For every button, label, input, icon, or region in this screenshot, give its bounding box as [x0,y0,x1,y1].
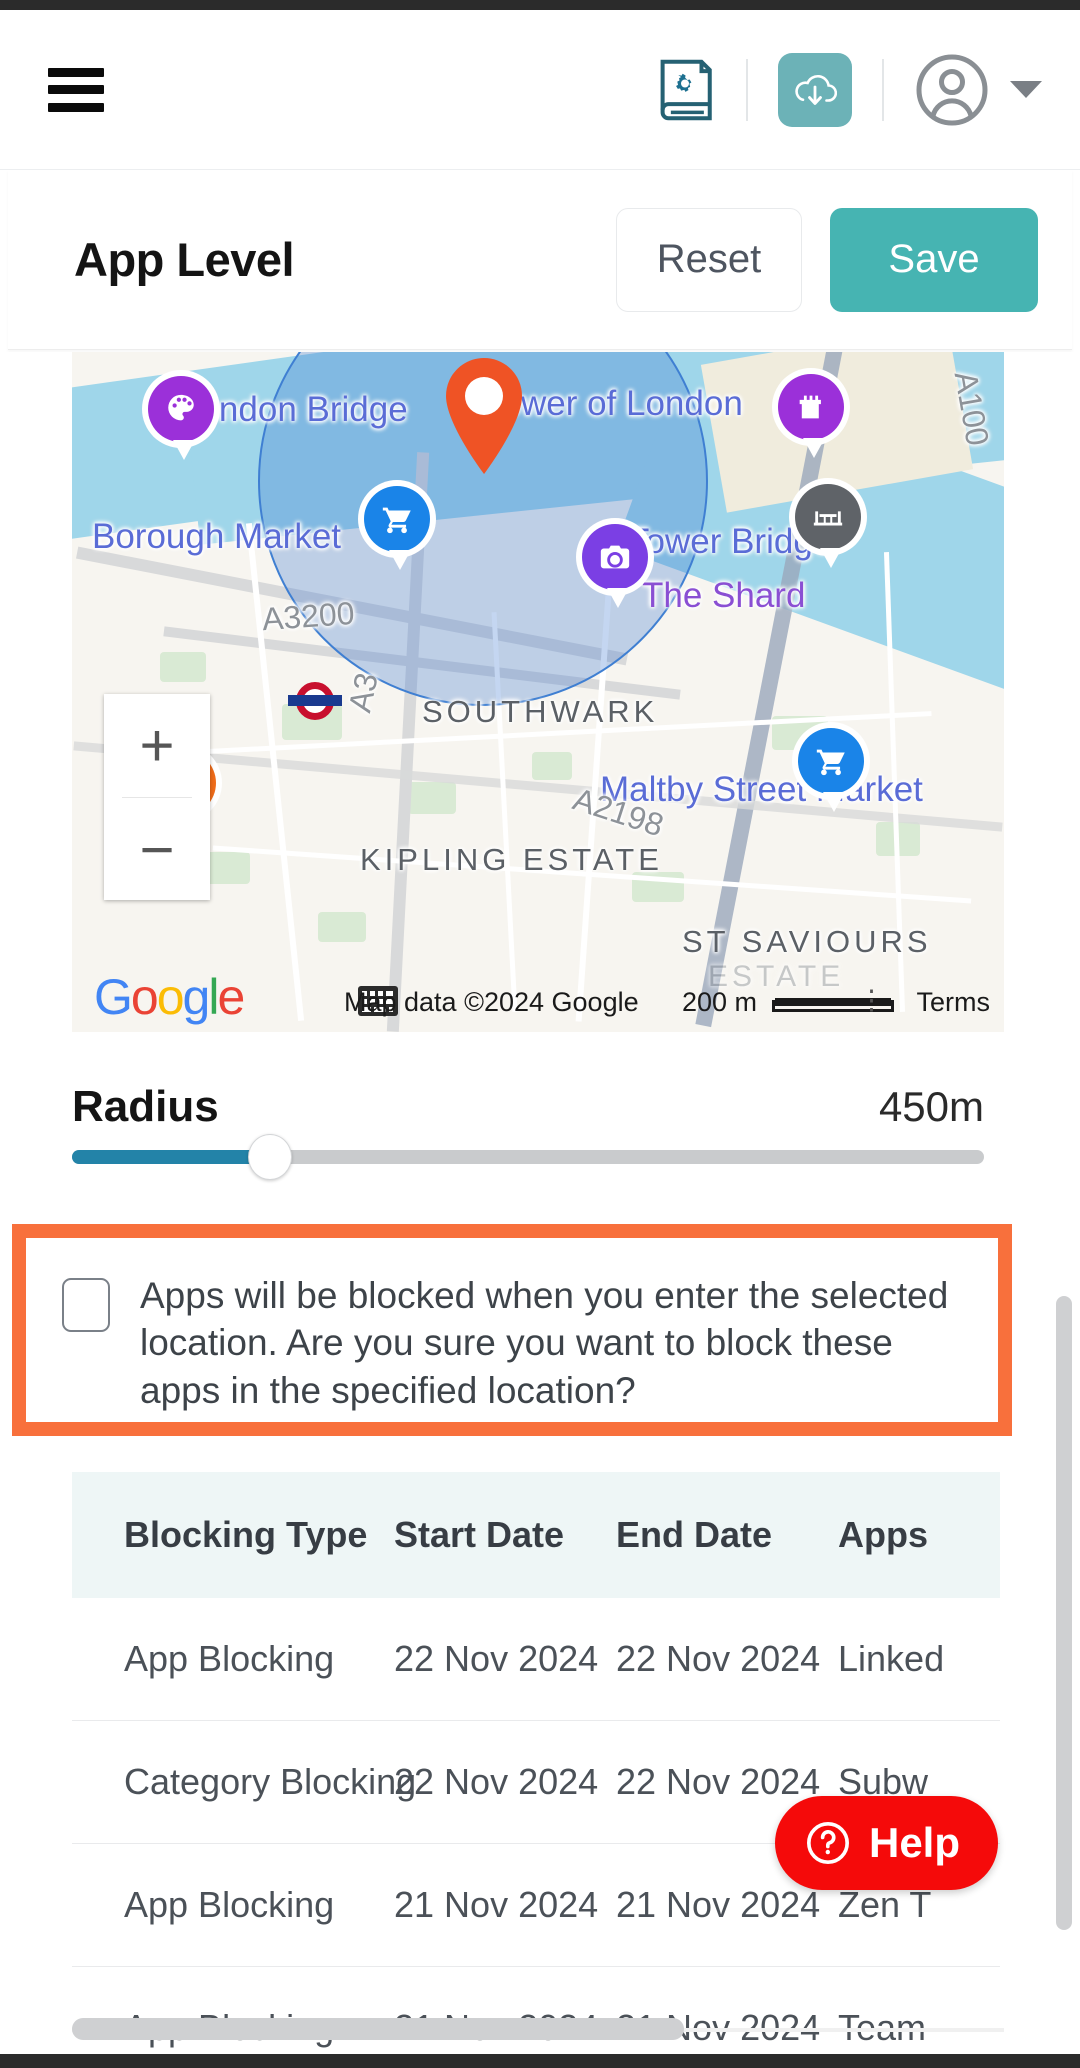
account-menu[interactable] [914,52,1042,128]
radius-slider[interactable] [72,1134,984,1180]
block-confirmation-banner: Apps will be blocked when you enter the … [12,1224,1012,1436]
column-header-apps[interactable]: Apps [838,1472,1000,1598]
cloud-download-icon[interactable] [778,52,852,127]
map-tube-bar [288,695,342,706]
page-header-bar: App Level Reset Save [8,170,1072,350]
book-settings-icon[interactable] [654,57,716,123]
map-poi-castle-icon[interactable] [778,374,850,460]
help-label: Help [868,1819,960,1866]
radius-section: Radius 450m [72,1082,984,1132]
map-scale-label: 200 m [682,987,758,1017]
map-poi-museum-icon[interactable] [148,376,220,462]
map-poi-viewpoint-icon[interactable] [582,524,654,610]
horizontal-scrollbar-thumb[interactable] [72,2018,684,2040]
radius-label: Radius [72,1082,219,1131]
map-terms-link[interactable]: Terms [917,987,991,1018]
map-data-attribution: Map data ©2024 Google [344,987,639,1017]
cell-blocking-type: App Blocking [72,1598,394,1721]
cell-blocking-type: Category Blocking [72,1720,416,1844]
column-header-blocking-type[interactable]: Blocking Type [72,1472,394,1598]
cell-blocking-type: App Blocking [72,1843,394,1967]
block-confirmation-inner: Apps will be blocked when you enter the … [26,1238,998,1422]
map-label: The Shard [642,576,806,615]
app-screen: App Level Reset Save London Bridge Tower… [0,0,1080,2068]
confirm-block-text: Apps will be blocked when you enter the … [140,1275,949,1411]
bottom-bezel [0,2054,1080,2068]
cell-apps: Team [838,1966,1000,2068]
table-row[interactable]: App Blocking 22 Nov 2024 22 Nov 2024 Lin… [72,1598,1000,1721]
confirm-block-checkbox[interactable] [62,1278,110,1332]
map-poi-shopping-icon[interactable] [364,486,436,572]
column-header-start-date[interactable]: Start Date [394,1472,616,1598]
map-zoom-controls[interactable]: + − [104,694,210,900]
map-zoom-in-button[interactable]: + [104,694,210,797]
slider-thumb[interactable] [248,1134,292,1180]
map-label: KIPLING ESTATE [360,842,663,877]
divider [746,58,748,121]
map-label: ST SAVIOURS [682,924,932,959]
top-bezel [0,0,1080,10]
cell-start-date: 22 Nov 2024 [394,1598,616,1721]
help-button[interactable]: Help [774,1796,998,1890]
divider [882,58,884,121]
app-bar [0,10,1080,170]
chevron-down-icon[interactable] [1010,81,1042,98]
map-label: SOUTHWARK [422,694,659,729]
map-poi-bridge-icon[interactable] [795,484,867,570]
blocking-history-table[interactable]: Blocking Type Start Date End Date Apps A… [72,1472,1000,2068]
map-label: A3200 [260,594,356,638]
selected-location-pin[interactable] [440,358,528,474]
save-button[interactable]: Save [830,207,1038,312]
cell-end-date: 22 Nov 2024 [616,1598,838,1721]
map-attribution-bar: Google Map data ©2024 Google 200 m ⋮ Ter… [72,969,1004,1032]
map-menu-dots[interactable]: ⋮ [858,985,886,1016]
user-account-icon [916,54,988,125]
radius-value: 450m [878,1083,984,1130]
map-label: Borough Market [92,517,342,556]
google-logo: Google [94,969,245,1025]
hamburger-menu-icon[interactable] [48,67,104,112]
vertical-scrollbar[interactable] [1056,1296,1072,1930]
cell-apps: Linked [838,1598,1000,1721]
page-title: App Level [74,233,295,286]
map-poi-shopping-icon[interactable] [798,728,870,814]
location-map[interactable]: London Bridge Tower of London Borough Ma… [72,352,1004,1032]
appbar-actions [654,52,1042,128]
question-mark-circle-icon [806,1822,849,1864]
map-zoom-out-button[interactable]: − [104,798,210,901]
reset-button[interactable]: Reset [616,207,802,312]
column-header-end-date[interactable]: End Date [616,1472,838,1598]
cell-start-date: 22 Nov 2024 [394,1720,616,1844]
slider-fill [72,1150,262,1164]
cell-start-date: 21 Nov 2024 [394,1843,616,1967]
table-header-row: Blocking Type Start Date End Date Apps [72,1472,1000,1598]
